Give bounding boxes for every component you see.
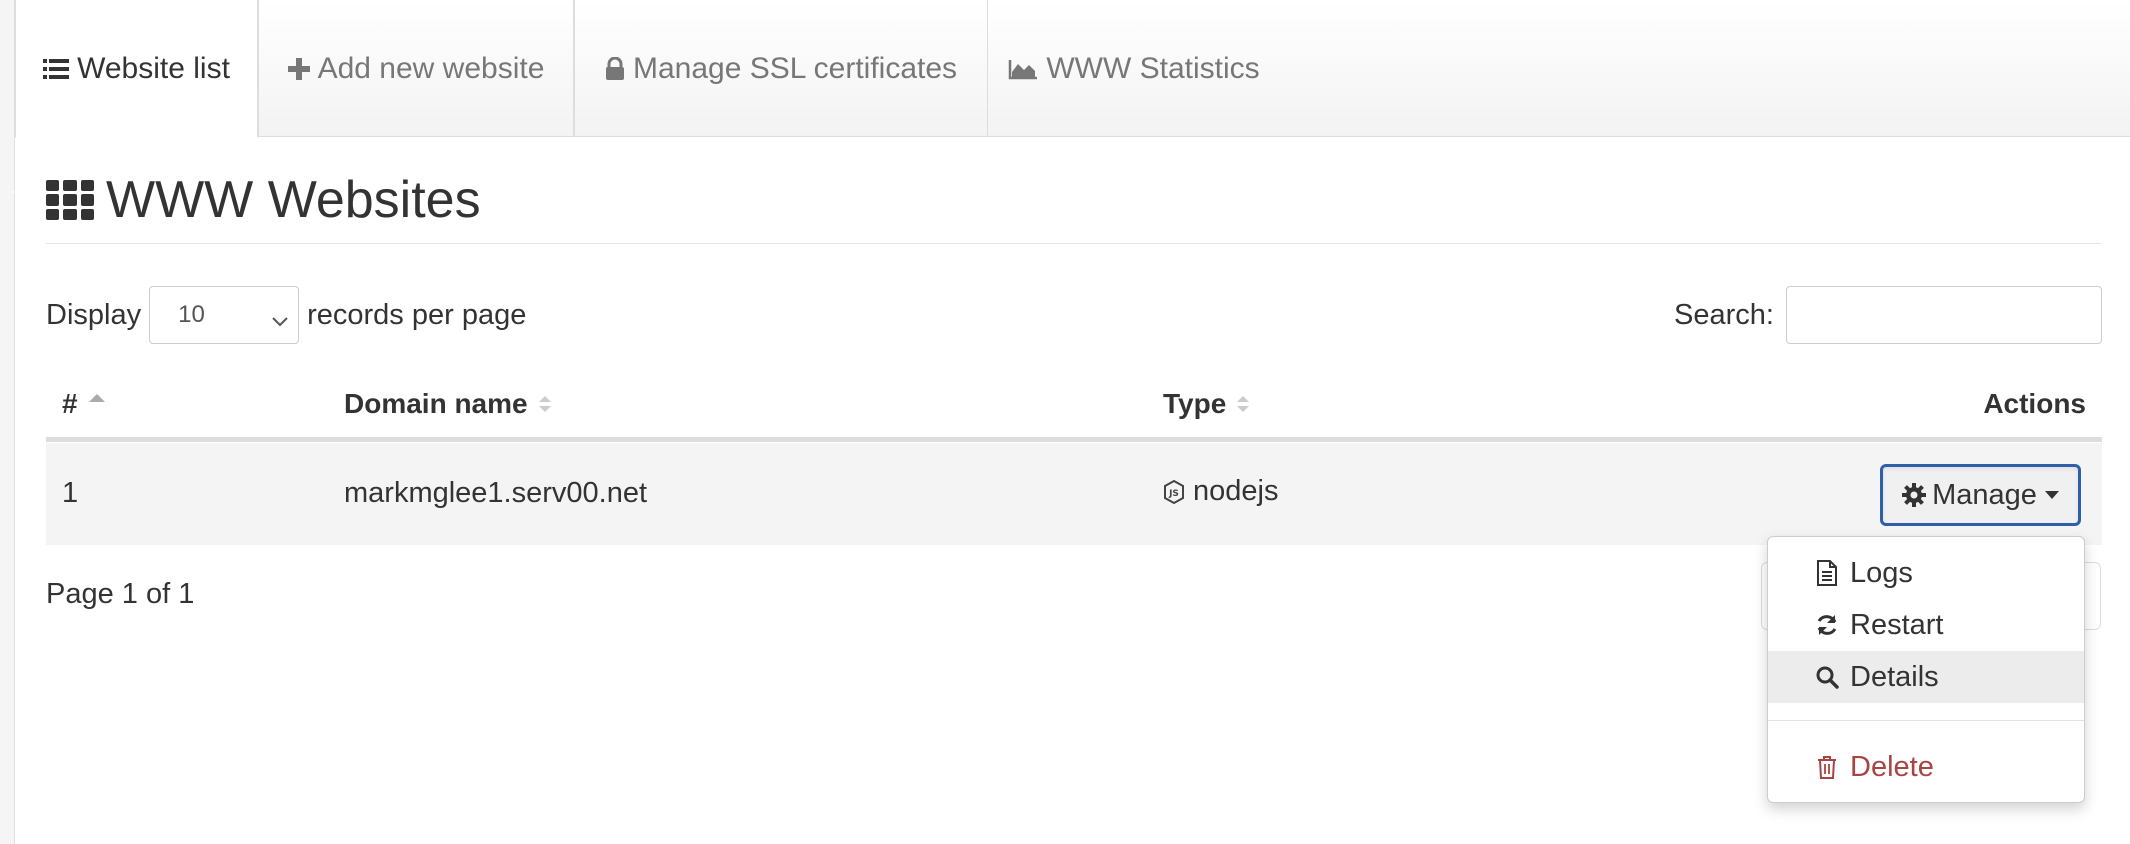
sort-icon bbox=[1236, 394, 1250, 414]
file-text-icon bbox=[1812, 560, 1842, 586]
tab-label: Manage SSL certificates bbox=[632, 51, 958, 85]
nodejs-icon: JS bbox=[1163, 479, 1185, 504]
menu-item-label: Logs bbox=[1850, 556, 1913, 589]
tab-manage-ssl[interactable]: Manage SSL certificates bbox=[574, 0, 988, 137]
rail-notch bbox=[14, 168, 28, 216]
menu-item-logs[interactable]: Logs bbox=[1768, 547, 2084, 599]
title-divider bbox=[46, 243, 2102, 244]
search-label: Search: bbox=[1674, 298, 1774, 331]
display-label: Display bbox=[46, 298, 142, 331]
column-label: Type bbox=[1163, 388, 1227, 419]
tab-label: Add new website bbox=[317, 51, 545, 85]
tab-label: Website list bbox=[77, 51, 230, 85]
menu-item-delete[interactable]: Delete bbox=[1768, 741, 2084, 793]
tab-label: WWW Statistics bbox=[1046, 51, 1260, 85]
menu-item-details[interactable]: Details bbox=[1768, 651, 2084, 703]
search-control: Search: bbox=[1674, 286, 2102, 344]
tab-bar: Website list Add new website Manage SSL … bbox=[15, 0, 2130, 138]
manage-label: Manage bbox=[1932, 478, 2037, 511]
manage-dropdown-menu: Logs Restart Details Delete bbox=[1767, 536, 2085, 803]
table-row: 1 markmglee1.serv00.net JS nodejs bbox=[46, 443, 2102, 545]
column-header-number[interactable]: # bbox=[62, 388, 106, 420]
search-icon bbox=[1812, 665, 1842, 689]
sort-icon bbox=[538, 394, 552, 414]
menu-item-label: Restart bbox=[1850, 608, 1944, 641]
records-label: records per page bbox=[307, 298, 527, 331]
column-header-actions: Actions bbox=[1983, 388, 2086, 420]
menu-item-label: Details bbox=[1850, 660, 1939, 693]
page-size-control: Display 10 records per page bbox=[46, 286, 526, 344]
sort-asc-icon bbox=[88, 393, 106, 403]
column-header-type[interactable]: Type bbox=[1163, 388, 1250, 420]
cell-number: 1 bbox=[62, 477, 79, 509]
column-label: Domain name bbox=[344, 388, 528, 419]
page-title: WWW Websites bbox=[46, 170, 481, 230]
menu-item-restart[interactable]: Restart bbox=[1768, 599, 2084, 651]
area-chart-icon bbox=[1008, 58, 1038, 80]
search-input[interactable] bbox=[1786, 286, 2102, 344]
page-size-value: 10 bbox=[178, 301, 205, 328]
manage-button[interactable]: Manage bbox=[1880, 464, 2081, 526]
menu-item-label: Delete bbox=[1850, 750, 1934, 783]
plus-icon bbox=[287, 57, 310, 80]
cell-type: JS nodejs bbox=[1163, 475, 1278, 508]
page-title-text: WWW Websites bbox=[106, 171, 481, 229]
caret-down-icon bbox=[2044, 491, 2059, 499]
column-label: # bbox=[62, 388, 78, 419]
cell-domain: markmglee1.serv00.net bbox=[344, 477, 648, 509]
left-rail bbox=[0, 0, 15, 844]
type-label: nodejs bbox=[1193, 475, 1279, 507]
menu-divider bbox=[1768, 720, 2084, 721]
gear-icon bbox=[1902, 483, 1927, 507]
tab-website-list[interactable]: Website list bbox=[15, 0, 258, 138]
lock-icon bbox=[605, 56, 625, 81]
list-icon bbox=[43, 58, 70, 80]
table-header: # Domain name Type Actions bbox=[46, 378, 2102, 442]
refresh-icon bbox=[1812, 613, 1842, 637]
chevron-down-icon bbox=[272, 307, 288, 335]
svg-text:JS: JS bbox=[1168, 489, 1179, 499]
grid-icon bbox=[46, 180, 94, 220]
column-header-domain[interactable]: Domain name bbox=[344, 388, 552, 420]
trash-icon bbox=[1812, 755, 1842, 779]
column-label: Actions bbox=[1983, 388, 2086, 419]
tab-www-statistics[interactable]: WWW Statistics bbox=[988, 0, 1280, 137]
page-size-select[interactable]: 10 bbox=[149, 286, 300, 344]
tab-add-new-website[interactable]: Add new website bbox=[258, 0, 574, 137]
pagination-info: Page 1 of 1 bbox=[46, 578, 195, 610]
